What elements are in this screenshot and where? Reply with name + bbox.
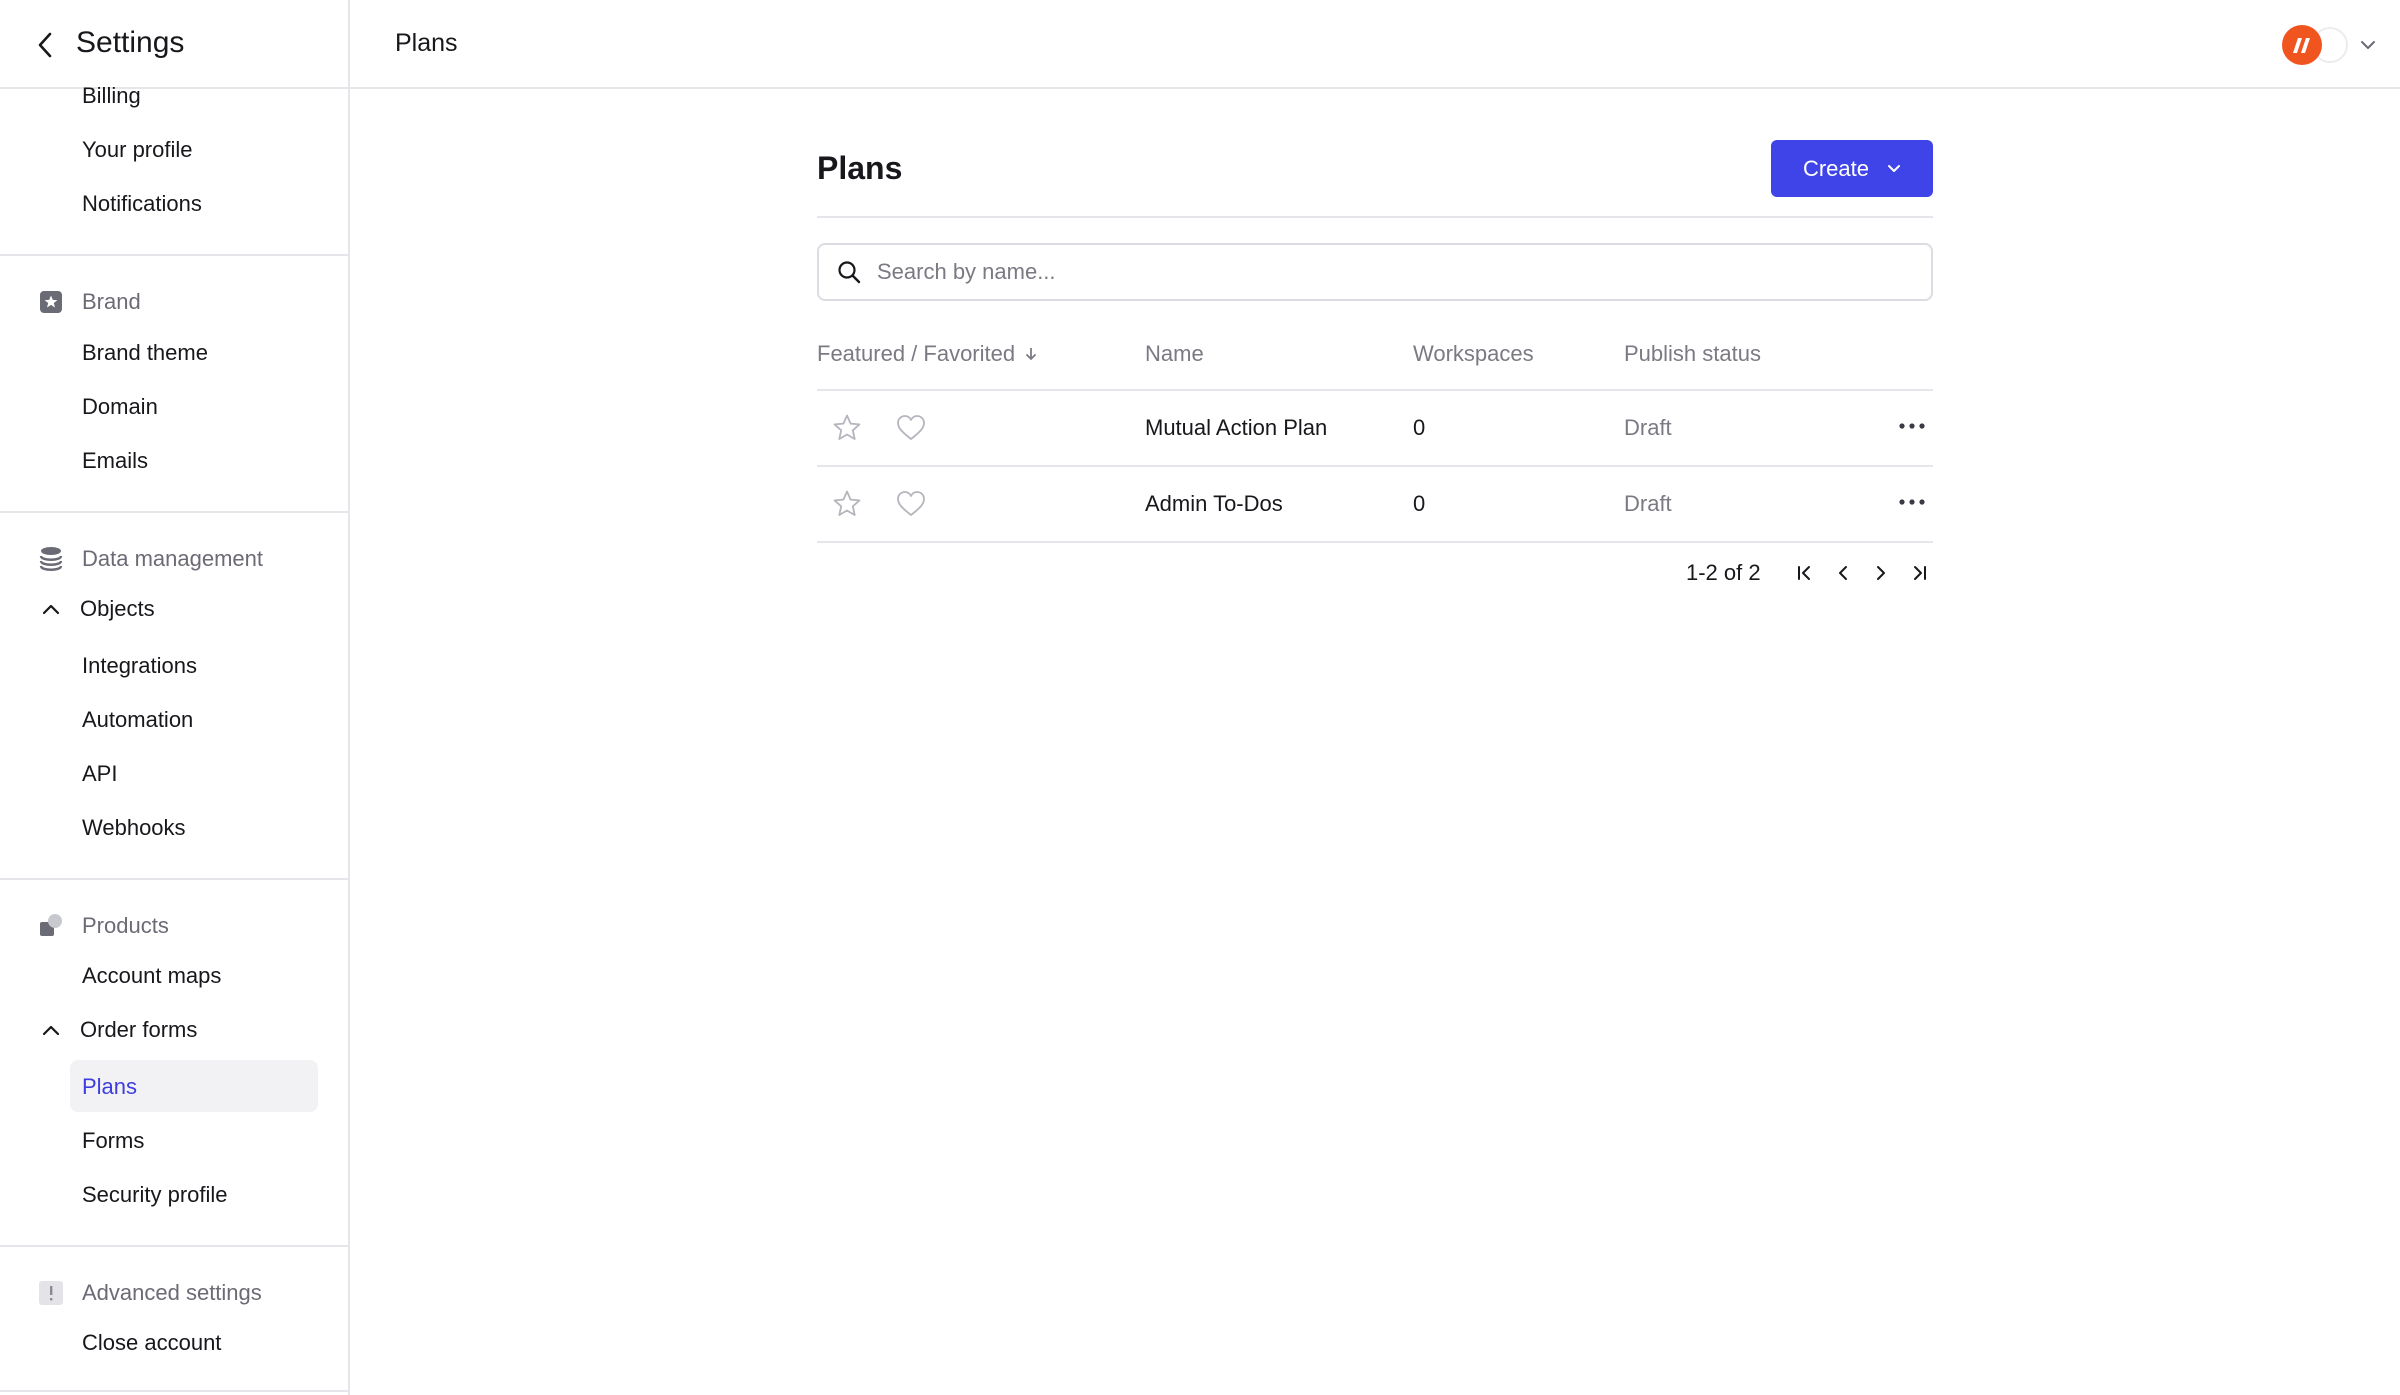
sidebar-divider bbox=[0, 511, 348, 513]
account-switcher[interactable] bbox=[2282, 24, 2376, 66]
chevron-up-icon bbox=[42, 598, 64, 620]
sidebar-section-data-management: Data management bbox=[38, 544, 263, 574]
sidebar-section-label: Advanced settings bbox=[82, 1280, 262, 1305]
sidebar-item-domain[interactable]: Domain bbox=[82, 392, 158, 422]
sidebar-section-label: Brand bbox=[82, 289, 141, 314]
chevron-down-icon bbox=[1888, 165, 1901, 172]
sidebar-divider bbox=[0, 878, 348, 880]
sidebar-item-plans[interactable]: Plans bbox=[82, 1072, 137, 1102]
sidebar-section-products: Products bbox=[38, 911, 169, 941]
previous-page-icon[interactable] bbox=[1829, 559, 1857, 587]
sidebar-item-webhooks[interactable]: Webhooks bbox=[82, 813, 186, 843]
settings-app: Settings Billing Your profile Notificati… bbox=[0, 0, 2400, 1395]
products-icon bbox=[38, 913, 64, 939]
search-input[interactable] bbox=[877, 259, 1877, 285]
settings-sidebar: Settings Billing Your profile Notificati… bbox=[0, 0, 350, 1395]
sidebar-item-forms[interactable]: Forms bbox=[82, 1126, 144, 1156]
more-options-icon[interactable] bbox=[1894, 413, 1930, 439]
heart-icon[interactable] bbox=[896, 414, 926, 442]
sidebar-item-security-profile[interactable]: Security profile bbox=[82, 1180, 228, 1210]
last-page-icon[interactable] bbox=[1905, 559, 1933, 587]
chevron-down-icon bbox=[2360, 40, 2376, 50]
sidebar-title: Settings bbox=[76, 26, 185, 59]
sidebar-item-close-account[interactable]: Close account bbox=[82, 1328, 221, 1358]
sidebar-divider bbox=[0, 1390, 348, 1392]
arrow-down-icon bbox=[1025, 346, 1037, 362]
sidebar-section-brand: Brand bbox=[38, 287, 141, 317]
page-title: Plans bbox=[817, 150, 903, 186]
company-logo bbox=[2282, 25, 2322, 65]
sidebar-header: Settings bbox=[0, 0, 348, 89]
database-icon bbox=[38, 546, 64, 572]
column-header-label: Featured / Favorited bbox=[817, 341, 1016, 366]
sidebar-item-brand-theme[interactable]: Brand theme bbox=[82, 338, 208, 368]
logo-mark-icon bbox=[2293, 38, 2310, 53]
page-breadcrumb: Plans bbox=[395, 29, 458, 57]
heart-icon[interactable] bbox=[896, 490, 926, 518]
plan-name[interactable]: Admin To-Dos bbox=[1145, 489, 1283, 519]
publish-status: Draft bbox=[1624, 491, 1672, 516]
sidebar-group-label: Objects bbox=[80, 596, 155, 621]
next-page-icon[interactable] bbox=[1867, 559, 1895, 587]
sidebar-divider bbox=[0, 254, 348, 256]
sidebar-group-label: Order forms bbox=[80, 1017, 198, 1042]
sidebar-section-label: Data management bbox=[82, 546, 263, 571]
chevron-up-icon bbox=[42, 1019, 64, 1041]
sidebar-item-emails[interactable]: Emails bbox=[82, 446, 148, 476]
create-button-label: Create bbox=[1802, 155, 1870, 181]
publish-status: Draft bbox=[1624, 415, 1672, 440]
column-header-publish-status[interactable]: Publish status bbox=[1624, 339, 1761, 369]
sidebar-section-label: Products bbox=[82, 913, 169, 938]
sidebar-group-objects[interactable]: Objects bbox=[42, 594, 155, 624]
sidebar-item-account-maps[interactable]: Account maps bbox=[82, 961, 221, 991]
star-icon[interactable] bbox=[832, 489, 862, 519]
search-box bbox=[817, 243, 1933, 301]
sidebar-item-notifications[interactable]: Notifications bbox=[82, 189, 202, 219]
table-row[interactable]: Mutual Action Plan 0 Draft bbox=[817, 391, 1933, 465]
create-button[interactable]: Create bbox=[1771, 140, 1933, 197]
sidebar-item-your-profile[interactable]: Your profile bbox=[82, 135, 192, 165]
table-row-divider bbox=[817, 541, 1933, 543]
alert-icon bbox=[38, 1280, 64, 1306]
plan-name[interactable]: Mutual Action Plan bbox=[1145, 413, 1327, 443]
star-badge-icon bbox=[38, 289, 64, 315]
sidebar-divider bbox=[0, 1245, 348, 1247]
more-options-icon[interactable] bbox=[1894, 489, 1930, 515]
sidebar-item-automation[interactable]: Automation bbox=[82, 705, 193, 735]
sidebar-item-billing[interactable]: Billing bbox=[82, 81, 141, 111]
title-divider bbox=[817, 216, 1933, 218]
search-icon bbox=[837, 259, 863, 285]
column-header-featured-favorited[interactable]: Featured / Favorited bbox=[817, 339, 1037, 369]
chevron-left-icon bbox=[38, 32, 52, 58]
sidebar-item-api[interactable]: API bbox=[82, 759, 117, 789]
column-header-name[interactable]: Name bbox=[1145, 339, 1204, 369]
top-bar: Plans bbox=[350, 0, 2400, 89]
column-header-workspaces[interactable]: Workspaces bbox=[1413, 339, 1534, 369]
first-page-icon[interactable] bbox=[1791, 559, 1819, 587]
pagination-summary: 1-2 of 2 bbox=[1686, 560, 1761, 585]
sidebar-item-integrations[interactable]: Integrations bbox=[82, 651, 197, 681]
sidebar-group-order-forms[interactable]: Order forms bbox=[42, 1015, 197, 1045]
workspaces-count: 0 bbox=[1413, 491, 1426, 516]
sidebar-section-advanced-settings: Advanced settings bbox=[38, 1278, 262, 1308]
table-row[interactable]: Admin To-Dos 0 Draft bbox=[817, 467, 1933, 541]
star-icon[interactable] bbox=[832, 413, 862, 443]
workspaces-count: 0 bbox=[1413, 415, 1426, 440]
back-button[interactable] bbox=[30, 28, 60, 62]
